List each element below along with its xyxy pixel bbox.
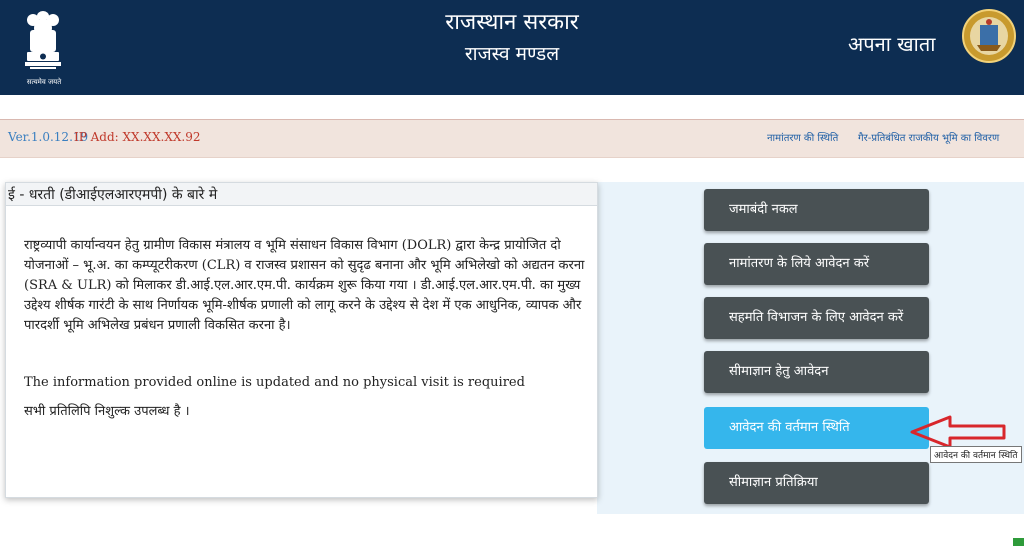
demarcation-response-button[interactable]: सीमाज्ञान प्रतिक्रिया bbox=[704, 462, 929, 504]
free-copies-note: सभी प्रतिलिपि निशुल्क उपलब्ध है । bbox=[24, 404, 190, 419]
online-info-note: The information provided online is updat… bbox=[24, 375, 525, 390]
consent-partition-apply-button[interactable]: सहमति विभाजन के लिए आवेदन करें bbox=[704, 297, 929, 339]
pointer-arrow-icon bbox=[910, 415, 1006, 449]
about-paragraph: राष्ट्रव्यापी कार्यान्वयन हेतु ग्रामीण व… bbox=[24, 238, 585, 333]
about-card-title: ई - धरती (डीआईएलआरएमपी) के बारे मे bbox=[8, 187, 218, 203]
corner-indicator bbox=[1013, 538, 1024, 546]
about-card-header: ई - धरती (डीआईएलआरएमपी) के बारे मे bbox=[6, 183, 597, 206]
status-tooltip: आवेदन की वर्तमान स्थिति bbox=[930, 446, 1022, 463]
application-status-button[interactable]: आवेदन की वर्तमान स्थिति bbox=[704, 407, 929, 449]
demarcation-apply-button[interactable]: सीमाज्ञान हेतु आवेदन bbox=[704, 351, 929, 393]
ip-address-text: IP Add: XX.XX.XX.92 bbox=[74, 130, 201, 144]
info-bar: Ver.1.0.12.19 IP Add: XX.XX.XX.92 नामांत… bbox=[0, 119, 1024, 158]
emblem-motto: सत्यमेव जयते bbox=[26, 78, 62, 86]
mutation-status-link[interactable]: नामांतरण की स्थिति bbox=[767, 130, 838, 144]
header-bar: सत्यमेव जयते राजस्थान सरकार राजस्व मण्डल… bbox=[0, 0, 1024, 95]
rajasthan-seal-icon bbox=[962, 9, 1016, 63]
mutation-apply-button[interactable]: नामांतरण के लिये आवेदन करें bbox=[704, 243, 929, 285]
apna-khata-title: अपना खाता bbox=[848, 32, 936, 56]
unrestricted-land-details-link[interactable]: गैर-प्रतिबंधित राजकीय भूमि का विवरण bbox=[858, 130, 999, 144]
about-card: ई - धरती (डीआईएलआरएमपी) के बारे मे राष्ट… bbox=[5, 182, 598, 498]
header-gap bbox=[0, 95, 1024, 119]
jamabandi-copy-button[interactable]: जमाबंदी नकल bbox=[704, 189, 929, 231]
